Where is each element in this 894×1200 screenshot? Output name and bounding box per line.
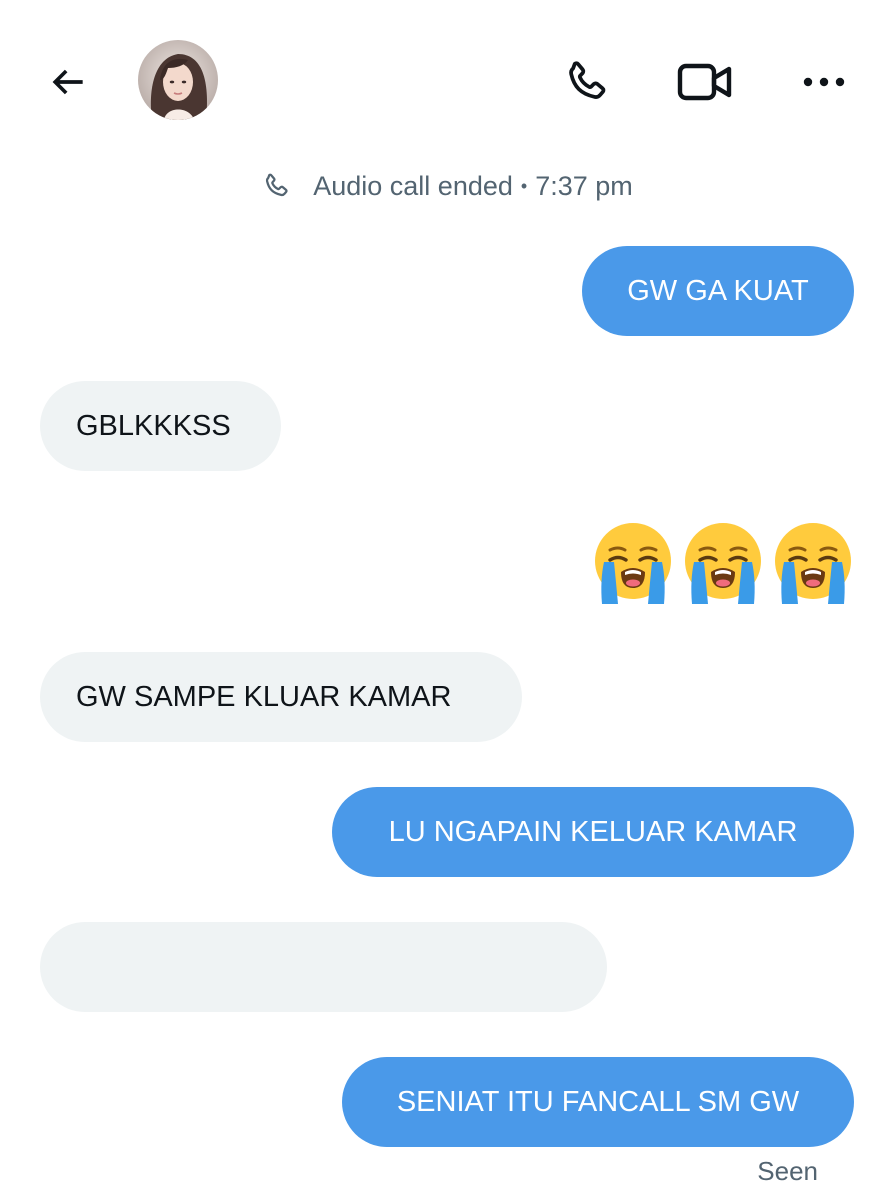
- phone-icon: [261, 171, 291, 201]
- call-notice-text: Audio call ended: [313, 170, 513, 201]
- message-text: SENIAT ITU FANCALL SM GW: [396, 1085, 800, 1118]
- message-text: LU NGAPAIN KELUAR KAMAR: [388, 815, 798, 848]
- call-notice-time: 7:37 pm: [535, 170, 633, 201]
- call-ended-notice: Audio call ended • 7:37 pm: [0, 166, 894, 206]
- phone-icon: [569, 61, 606, 99]
- video-camera-icon: [677, 63, 732, 101]
- seen-status: Seen: [757, 1156, 818, 1186]
- incoming-message[interactable]: GW SAMPE KLUAR KAMAR: [40, 652, 522, 742]
- avatar[interactable]: [138, 40, 218, 120]
- more-horizontal-icon: [803, 77, 845, 87]
- profile-photo: [138, 40, 218, 120]
- video-call-button[interactable]: [677, 54, 733, 110]
- outgoing-message[interactable]: LU NGAPAIN KELUAR KAMAR: [332, 787, 854, 877]
- outgoing-message[interactable]: SENIAT ITU FANCALL SM GW: [342, 1057, 854, 1147]
- arrow-left-icon: [52, 69, 83, 95]
- more-options-button[interactable]: [796, 54, 852, 110]
- outgoing-message[interactable]: GW GA KUAT: [582, 246, 854, 336]
- conversation-header: [0, 0, 894, 160]
- call-notice-separator: •: [520, 175, 528, 196]
- audio-call-button[interactable]: [558, 54, 614, 110]
- back-button[interactable]: [44, 58, 92, 106]
- message-text: GW GA KUAT: [627, 274, 809, 307]
- outgoing-emoji-message[interactable]: [590, 518, 856, 608]
- incoming-message[interactable]: GBLKKKSS: [40, 381, 281, 471]
- incoming-message-redacted[interactable]: [40, 922, 607, 1012]
- message-text: GW SAMPE KLUAR KAMAR: [76, 680, 452, 713]
- loudly-crying-face-emoji: [595, 523, 671, 604]
- message-text: GBLKKKSS: [76, 409, 231, 442]
- loudly-crying-face-emoji: [775, 523, 851, 604]
- loudly-crying-face-emoji: [685, 523, 761, 604]
